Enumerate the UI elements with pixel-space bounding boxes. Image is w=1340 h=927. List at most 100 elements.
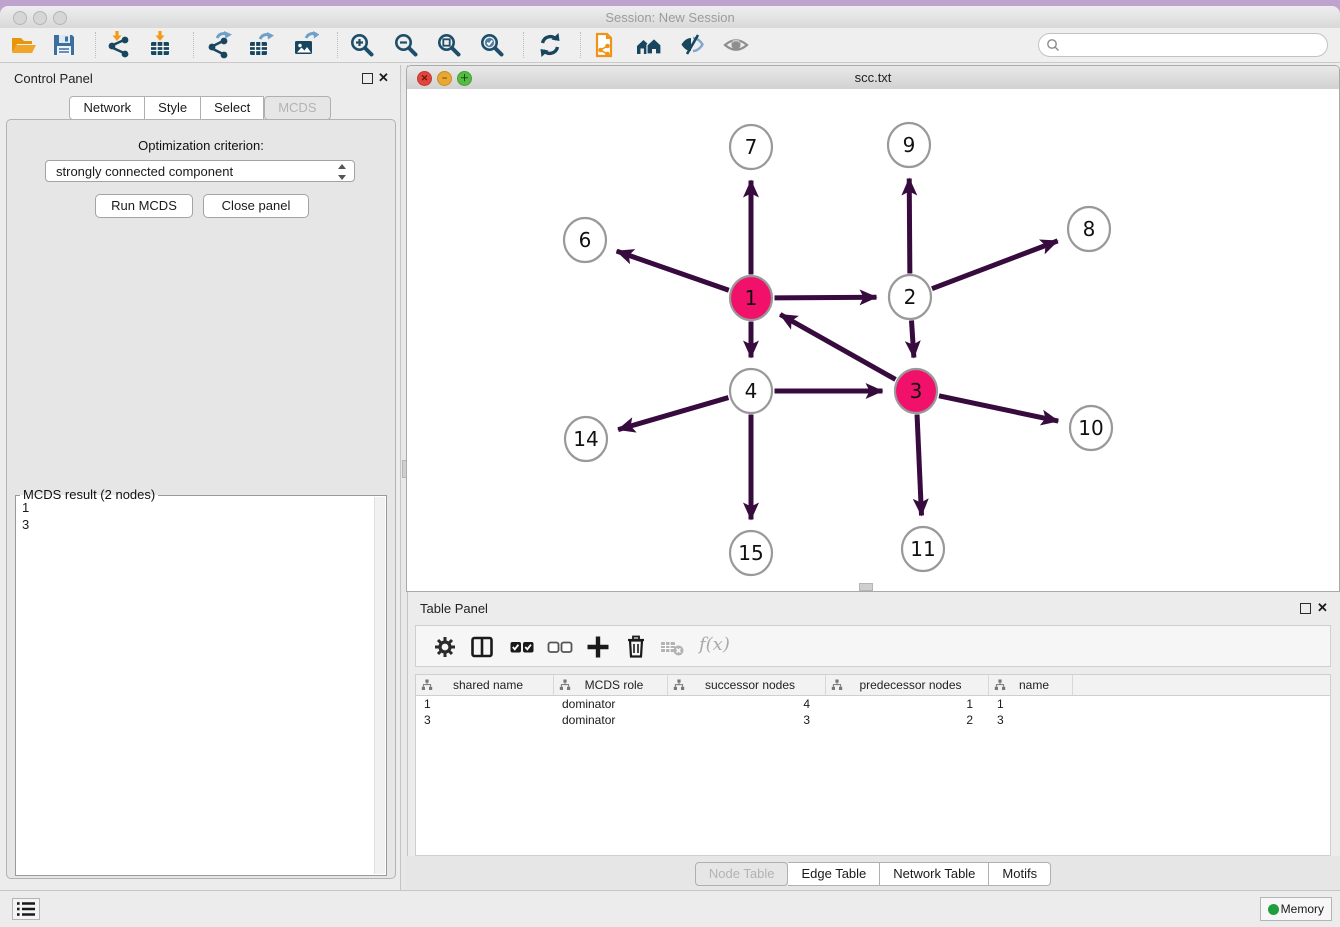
graph-node-label: 11	[910, 537, 935, 561]
table-settings-gear-icon[interactable]	[431, 633, 459, 661]
tab-motifs[interactable]: Motifs	[989, 862, 1051, 886]
tab-network[interactable]: Network	[69, 96, 145, 120]
table-body: 1dominator4113dominator323	[416, 696, 1330, 728]
graph-edge-2-3[interactable]	[911, 320, 913, 357]
hide-graphics-details-icon[interactable]	[678, 31, 706, 59]
toolbar-separator	[523, 32, 524, 58]
frame-bottom-grip[interactable]	[859, 583, 873, 591]
table-cell: 1	[826, 696, 989, 712]
graph-edge-3-1[interactable]	[780, 314, 895, 379]
import-network-icon[interactable]	[104, 31, 132, 59]
graph-edge-3-10[interactable]	[939, 396, 1058, 421]
graph-node-label: 10	[1078, 416, 1103, 440]
zoom-selected-icon[interactable]	[478, 31, 506, 59]
column-tree-icon	[831, 679, 843, 691]
export-network-icon[interactable]	[204, 31, 232, 59]
column-header-predecessor-nodes[interactable]: predecessor nodes	[826, 675, 989, 695]
refresh-icon[interactable]	[536, 31, 564, 59]
table-row[interactable]: 1dominator411	[416, 696, 1330, 712]
tab-select[interactable]: Select	[201, 96, 264, 120]
column-header-shared-name[interactable]: shared name	[416, 675, 554, 695]
graph-node-label: 14	[573, 427, 598, 451]
network-canvas[interactable]: 7968124314101511	[407, 89, 1339, 591]
mcds-panel: Optimization criterion: strongly connect…	[6, 119, 396, 879]
graph-node-label: 1	[745, 286, 758, 310]
table-panel-close-icon[interactable]: ✕	[1317, 600, 1328, 616]
table-row[interactable]: 3dominator323	[416, 712, 1330, 728]
memory-label: Memory	[1281, 902, 1324, 916]
table-panel-title: Table Panel	[420, 601, 488, 616]
table-cell: 1	[989, 696, 1073, 712]
network-frame-titlebar[interactable]: ✕ − ＋ scc.txt	[407, 66, 1339, 90]
column-header-MCDS-role[interactable]: MCDS role	[554, 675, 668, 695]
memory-button[interactable]: Memory	[1260, 897, 1332, 921]
tab-node-table[interactable]: Node Table	[695, 862, 789, 886]
graph-node-label: 6	[579, 228, 592, 252]
result-scrollbar[interactable]	[374, 497, 385, 874]
export-table-icon[interactable]	[246, 31, 274, 59]
window-title: Session: New Session	[0, 10, 1340, 25]
graph-edge-1-6[interactable]	[617, 251, 729, 290]
graph-node-label: 9	[903, 133, 916, 157]
graph-node-label: 3	[910, 379, 923, 403]
network-from-file-icon[interactable]	[591, 31, 619, 59]
select-all-rows-icon[interactable]	[508, 633, 536, 661]
table-cell: 4	[668, 696, 826, 712]
search-input[interactable]	[1038, 33, 1328, 57]
column-header-label: shared name	[433, 678, 553, 692]
zoom-out-icon[interactable]	[392, 31, 420, 59]
table-toolbar: f(x)	[415, 625, 1331, 667]
add-column-icon[interactable]	[584, 633, 612, 661]
control-panel-close-icon[interactable]: ✕	[378, 70, 389, 86]
graph-edge-3-11[interactable]	[917, 414, 921, 515]
task-history-button[interactable]	[12, 898, 40, 920]
table-cell: 1	[416, 696, 554, 712]
table-cell: 3	[989, 712, 1073, 728]
column-header-label: name	[1006, 678, 1072, 692]
zoom-in-icon[interactable]	[348, 31, 376, 59]
control-panel-float-icon[interactable]	[362, 73, 373, 84]
criterion-select[interactable]: strongly connected component	[45, 160, 355, 182]
save-session-icon[interactable]	[50, 31, 78, 59]
home-levels-icon[interactable]	[635, 31, 663, 59]
graph-edge-4-14[interactable]	[618, 398, 728, 430]
graph-node-label: 2	[904, 285, 917, 309]
table-panel-float-icon[interactable]	[1300, 603, 1311, 614]
run-mcds-button[interactable]: Run MCDS	[95, 194, 193, 218]
tab-network-table[interactable]: Network Table	[880, 862, 989, 886]
import-table-icon[interactable]	[146, 31, 174, 59]
status-bar: Memory	[0, 890, 1340, 927]
graph-edge-2-8[interactable]	[932, 241, 1058, 289]
graph-edge-1-2[interactable]	[774, 297, 876, 298]
export-image-icon[interactable]	[291, 31, 319, 59]
show-hide-eye-icon[interactable]	[722, 31, 750, 59]
column-header-successor-nodes[interactable]: successor nodes	[668, 675, 826, 695]
toolbar-separator	[580, 32, 581, 58]
graph-node-label: 8	[1083, 217, 1096, 241]
tab-mcds[interactable]: MCDS	[264, 96, 330, 120]
column-tree-icon	[994, 679, 1006, 691]
close-panel-button[interactable]: Close panel	[203, 194, 309, 218]
network-view-frame: ✕ − ＋ scc.txt 7968124314101511	[406, 65, 1340, 592]
function-builder-icon[interactable]: f(x)	[699, 634, 730, 655]
tab-edge-table[interactable]: Edge Table	[788, 862, 880, 886]
zoom-fit-icon[interactable]	[435, 31, 463, 59]
deselect-all-rows-icon[interactable]	[546, 633, 574, 661]
graph-node-label: 15	[738, 541, 763, 565]
open-session-icon[interactable]	[10, 31, 38, 59]
tab-style[interactable]: Style	[145, 96, 201, 120]
column-header-label: predecessor nodes	[843, 678, 988, 692]
graph-node-label: 7	[745, 135, 758, 159]
control-panel-header: Control Panel ✕	[0, 65, 400, 91]
graph-edge-2-9[interactable]	[909, 178, 910, 273]
table-cell: dominator	[554, 712, 668, 728]
column-selector-icon[interactable]	[468, 633, 496, 661]
delete-column-trash-icon[interactable]	[622, 633, 650, 661]
window-titlebar: Session: New Session	[0, 6, 1340, 29]
table-cell: dominator	[554, 696, 668, 712]
mcds-result-text: 1 3	[22, 499, 29, 533]
control-panel-title: Control Panel	[14, 71, 93, 86]
column-header-name[interactable]: name	[989, 675, 1073, 695]
table-cell: 3	[416, 712, 554, 728]
delete-table-icon[interactable]	[658, 633, 686, 661]
